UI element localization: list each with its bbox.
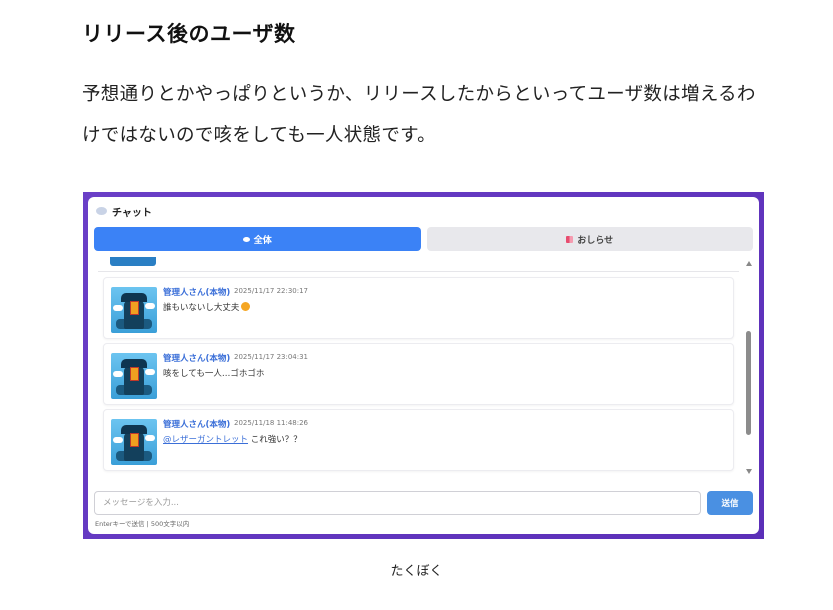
message-item: 管理人さん(本物) 2025/11/17 23:04:31 咳をしても一人…ゴホ… [103,343,734,405]
message-input[interactable] [94,491,701,515]
screenshot-frame: チャット 全体 おしらせ 管理人さん(本物) 2025/11/17 22:30:… [83,192,764,539]
tab-notice[interactable]: おしらせ [426,227,753,251]
scroll-up-arrow-icon[interactable] [746,261,752,266]
scroll-down-arrow-icon[interactable] [746,469,752,474]
chat-panel: チャット 全体 おしらせ 管理人さん(本物) 2025/11/17 22:30:… [88,197,759,534]
message-body: 誰もいないし大丈夫 [163,303,240,313]
image-caption: たくぼく [390,564,443,579]
message-author[interactable]: 管理人さん(本物) [163,286,230,298]
message-timestamp: 2025/11/17 23:04:31 [234,353,309,361]
avatar[interactable] [111,419,157,465]
chat-bubble-icon [96,207,107,215]
message-item: 管理人さん(本物) 2025/11/17 22:30:17 誰もいないし大丈夫 [103,277,734,339]
avatar[interactable] [111,287,157,333]
tab-all[interactable]: 全体 [94,227,421,251]
message-author[interactable]: 管理人さん(本物) [163,352,230,364]
input-hint: Enterキーで送信 | 500文字以内 [95,520,190,528]
chat-title: チャット [112,207,152,219]
message-timestamp: 2025/11/17 22:30:17 [234,287,309,295]
section-heading: リリース後のユーザ数 [82,22,296,46]
send-button[interactable]: 送信 [707,491,753,515]
message-partial [98,257,739,272]
message-author[interactable]: 管理人さん(本物) [163,418,230,430]
tab-all-label: 全体 [253,235,272,246]
tab-notice-label: おしらせ [577,235,614,246]
message-text: 咳をしても一人…ゴホゴホ [163,367,264,379]
scrollbar[interactable] [744,259,754,476]
message-list[interactable]: 管理人さん(本物) 2025/11/17 22:30:17 誰もいないし大丈夫 … [98,257,739,476]
ribbon-icon [566,235,574,243]
message-item: 管理人さん(本物) 2025/11/18 11:48:26 @レザーガントレット… [103,409,734,471]
chat-header: チャット [96,203,152,219]
chat-bubble-icon [242,236,250,242]
article-paragraph: 予想通りとかやっぱりというか、リリースしたからといってユーザ数は増えるわけではな… [82,84,756,146]
message-body: 咳をしても一人…ゴホゴホ [163,369,265,379]
composer: 送信 [94,491,753,515]
message-text: @レザーガントレット これ強い？？ [163,433,302,445]
smiling-face-icon [241,302,251,311]
avatar [110,257,156,266]
avatar[interactable] [111,353,157,399]
message-timestamp: 2025/11/18 11:48:26 [234,419,309,427]
mention-link[interactable]: @レザーガントレット [163,435,248,445]
chat-tabs: 全体 おしらせ [94,227,753,251]
message-text: 誰もいないし大丈夫 [163,301,251,313]
message-body: これ強い？？ [248,435,302,445]
scrollbar-thumb[interactable] [746,331,751,435]
